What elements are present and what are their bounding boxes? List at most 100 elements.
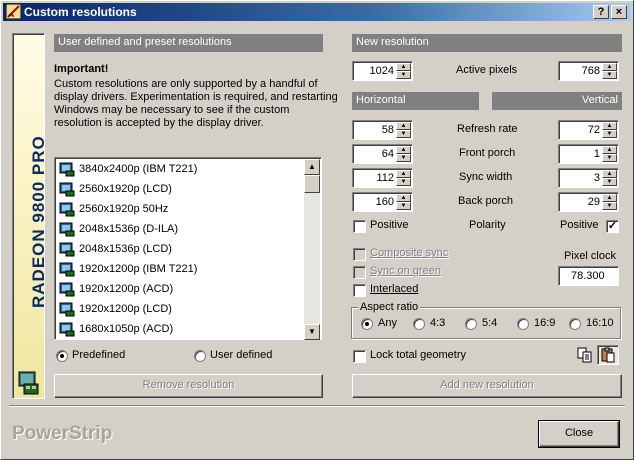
spin-down-icon[interactable]: ▼ — [396, 202, 411, 210]
resolution-label: 1680x1050p (ACD) — [79, 323, 174, 335]
composite-sync-checkbox[interactable] — [353, 248, 366, 261]
important-line-4: resolution is accepted by the display dr… — [54, 117, 264, 129]
user-defined-label: User defined — [210, 349, 273, 361]
front-porch-v-spinner[interactable]: 1 ▲ ▼ — [558, 144, 619, 164]
sync-width-v-spinner[interactable]: 3 ▲ ▼ — [558, 168, 619, 188]
spin-down-icon[interactable]: ▼ — [396, 71, 411, 79]
back-porch-h-spinner[interactable]: 160 ▲ ▼ — [352, 192, 413, 212]
scroll-thumb[interactable] — [304, 175, 320, 193]
horizontal-header: Horizontal — [352, 92, 479, 110]
spin-down-icon[interactable]: ▼ — [396, 178, 411, 186]
v-positive-checkbox[interactable]: ✓ — [606, 220, 619, 233]
aspect-any-radio[interactable] — [361, 318, 373, 330]
aspect-16-9-label: 16:9 — [534, 317, 556, 329]
refresh-v-spinner[interactable]: 72 ▲ ▼ — [558, 120, 619, 140]
brand-label: RADEON 9800 PRO — [29, 135, 48, 308]
monitor-icon — [59, 162, 75, 177]
resolution-label: 1920x1200p (IBM T221) — [79, 263, 198, 275]
spin-up-icon[interactable]: ▲ — [396, 194, 411, 202]
pixel-clock-field[interactable]: 78.300 — [558, 266, 619, 286]
aspect-4-3-label: 4:3 — [430, 317, 446, 329]
sync-width-h-value: 112 — [376, 172, 394, 184]
aspect-4-3-radio[interactable] — [413, 318, 425, 330]
close-window-button[interactable]: × — [611, 5, 627, 19]
monitor-icon — [59, 202, 75, 217]
scroll-down-icon[interactable]: ▼ — [304, 324, 320, 340]
predefined-radio[interactable] — [56, 350, 68, 362]
spin-up-icon[interactable]: ▲ — [396, 63, 411, 71]
spin-up-icon[interactable]: ▲ — [396, 146, 411, 154]
powerstrip-app-icon — [6, 4, 21, 19]
add-resolution-button[interactable]: Add new resolution — [352, 374, 622, 398]
resolution-label: 2560x1920p (LCD) — [79, 183, 172, 195]
back-porch-label: Back porch — [458, 195, 514, 207]
pixel-clock-value: 78.300 — [571, 270, 605, 282]
refresh-v-value: 72 — [587, 124, 600, 136]
aspect-5-4-label: 5:4 — [482, 317, 498, 329]
front-porch-h-spinner[interactable]: 64 ▲ ▼ — [352, 144, 413, 164]
aspect-16-10-label: 16:10 — [586, 317, 614, 329]
paste-button[interactable] — [597, 345, 619, 365]
spin-down-icon[interactable]: ▼ — [602, 154, 617, 162]
copy-icon[interactable] — [577, 347, 593, 363]
active-v-value: 768 — [581, 65, 600, 77]
resolution-label: 2048x1536p (D-ILA) — [79, 223, 179, 235]
spin-down-icon[interactable]: ▼ — [396, 130, 411, 138]
paste-icon — [601, 347, 615, 363]
spin-up-icon[interactable]: ▲ — [602, 63, 617, 71]
important-line-3: Windows may be necessary to see if the c… — [54, 104, 290, 116]
active-v-spinner[interactable]: 768 ▲ ▼ — [558, 61, 619, 81]
v-positive-label: Positive — [560, 219, 599, 231]
spin-down-icon[interactable]: ▼ — [396, 154, 411, 162]
refresh-rate-label: Refresh rate — [457, 123, 518, 135]
resolution-list[interactable]: 3840x2400p (IBM T221) 2560x1920p (LCD) 2… — [54, 157, 322, 340]
scroll-up-icon[interactable]: ▲ — [304, 159, 320, 175]
front-porch-label: Front porch — [459, 147, 516, 159]
predefined-label: Predefined — [72, 349, 126, 361]
monitor-icon — [59, 222, 75, 237]
aspect-5-4-radio[interactable] — [465, 318, 477, 330]
spin-down-icon[interactable]: ▼ — [602, 178, 617, 186]
spin-up-icon[interactable]: ▲ — [396, 170, 411, 178]
back-porch-v-value: 29 — [587, 196, 600, 208]
title-bar[interactable]: Custom resolutions ? × — [3, 3, 631, 21]
monitor-icon — [59, 322, 75, 337]
list-scrollbar[interactable]: ▲ ▼ — [304, 159, 320, 340]
sync-width-h-spinner[interactable]: 112 ▲ ▼ — [352, 168, 413, 188]
right-panel-header: New resolution — [352, 34, 622, 52]
close-button[interactable]: Close — [538, 420, 620, 448]
spin-down-icon[interactable]: ▼ — [602, 202, 617, 210]
spin-up-icon[interactable]: ▲ — [602, 194, 617, 202]
help-button[interactable]: ? — [593, 5, 609, 19]
spin-down-icon[interactable]: ▼ — [602, 71, 617, 79]
resolution-label: 3840x2400p (IBM T221) — [79, 163, 198, 175]
spin-up-icon[interactable]: ▲ — [602, 122, 617, 130]
active-h-value: 1024 — [369, 65, 394, 77]
interlaced-checkbox[interactable] — [353, 284, 366, 297]
monitor-icon — [59, 182, 75, 197]
lock-geometry-checkbox[interactable] — [353, 350, 366, 363]
refresh-h-spinner[interactable]: 58 ▲ ▼ — [352, 120, 413, 140]
resolution-label: 1920x1200p (LCD) — [79, 303, 172, 315]
display-adapter-icon — [18, 371, 39, 395]
footer-divider — [9, 405, 625, 407]
brand-sidebar: RADEON 9800 PRO — [12, 33, 48, 399]
aspect-16-10-radio[interactable] — [569, 318, 581, 330]
user-defined-radio[interactable] — [194, 350, 206, 362]
h-positive-checkbox[interactable] — [353, 220, 366, 233]
resolution-label: 2560x1920p 50Hz — [79, 203, 169, 215]
sync-on-green-checkbox[interactable] — [353, 266, 366, 279]
important-line-1: Custom resolutions are only supported by… — [54, 78, 318, 90]
back-porch-v-spinner[interactable]: 29 ▲ ▼ — [558, 192, 619, 212]
aspect-16-9-radio[interactable] — [517, 318, 529, 330]
spin-up-icon[interactable]: ▲ — [602, 170, 617, 178]
spin-up-icon[interactable]: ▲ — [396, 122, 411, 130]
spin-down-icon[interactable]: ▼ — [602, 130, 617, 138]
spin-up-icon[interactable]: ▲ — [602, 146, 617, 154]
resolution-label: 1920x1200p (ACD) — [79, 283, 174, 295]
lock-geometry-label: Lock total geometry — [370, 349, 466, 361]
aspect-any-label: Any — [378, 317, 397, 329]
monitor-icon — [59, 302, 75, 317]
remove-resolution-button[interactable]: Remove resolution — [54, 374, 323, 398]
active-h-spinner[interactable]: 1024 ▲ ▼ — [352, 61, 413, 81]
